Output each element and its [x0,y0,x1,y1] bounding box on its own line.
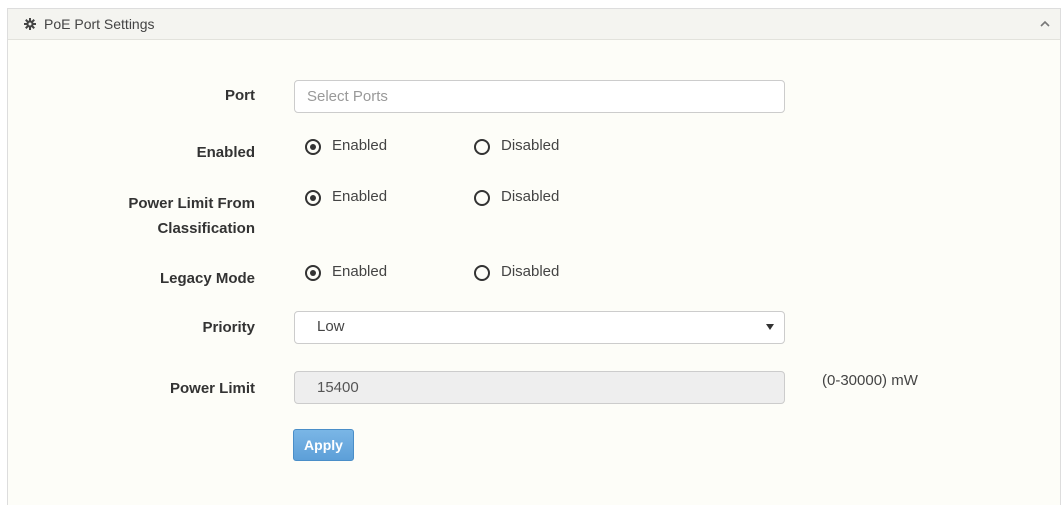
radio-label: Disabled [501,188,560,205]
radio-label: Enabled [332,137,388,154]
chevron-up-icon[interactable] [1038,17,1052,31]
panel-header: PoE Port Settings [8,9,1060,40]
radio-unchecked-icon [474,190,490,206]
power-limit-classification-label-line2: Classification [157,220,255,237]
caret-down-icon [766,324,774,330]
apply-button[interactable]: Apply [293,429,354,461]
poe-port-settings-panel: PoE Port Settings Port Enabled Enabled D… [7,8,1061,505]
radio-label: Enabled [332,263,388,280]
legacy-radio-disabled[interactable]: Disabled [474,262,594,286]
radio-unchecked-icon [474,139,490,155]
legacy-radio-enabled[interactable]: Enabled [305,262,425,286]
power-limit-label: Power Limit [169,380,255,397]
radio-label: Disabled [501,137,560,154]
enabled-radio-disabled[interactable]: Disabled [474,136,594,160]
gear-icon [24,18,36,30]
radio-checked-icon [305,190,321,206]
radio-label: Enabled [332,188,388,205]
enabled-label: Enabled [196,144,255,161]
enabled-radio-enabled[interactable]: Enabled [305,136,425,160]
power-limit-range-unit: (0-30000) mW [822,372,918,389]
port-label: Port [225,87,255,104]
radio-label: Disabled [501,263,560,280]
power-limit-input[interactable]: 15400 [294,371,785,404]
radio-unchecked-icon [474,265,490,281]
port-select-input[interactable] [294,80,785,113]
power-limit-value: 15400 [317,379,359,396]
classification-radio-enabled[interactable]: Enabled [305,187,425,211]
classification-radio-disabled[interactable]: Disabled [474,187,594,211]
priority-select[interactable]: Low [294,311,785,344]
radio-checked-icon [305,139,321,155]
priority-label: Priority [202,319,255,336]
priority-selected-value: Low [317,318,345,335]
legacy-mode-label: Legacy Mode [159,270,255,287]
panel-title: PoE Port Settings [44,16,155,32]
radio-checked-icon [305,265,321,281]
